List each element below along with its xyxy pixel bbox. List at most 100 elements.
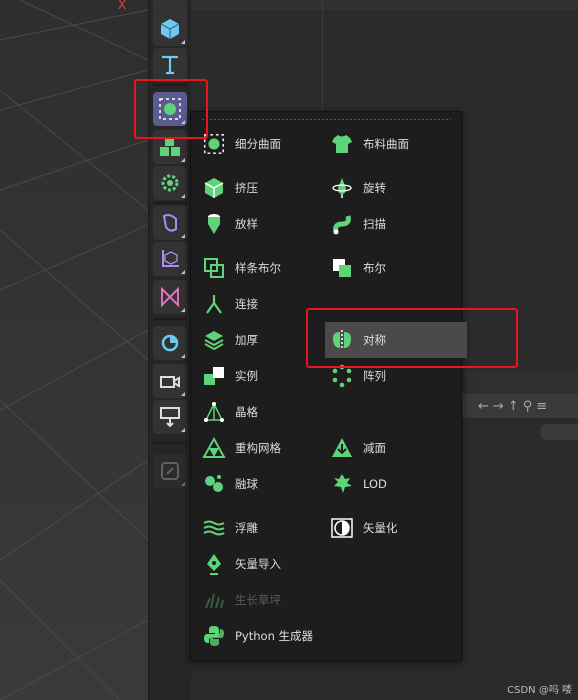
menu-item-thicken[interactable]: 加厚 [201,325,258,355]
environment-tool-button[interactable] [153,326,187,360]
lattice-icon [201,399,227,425]
menu-item-label: 浮雕 [235,521,258,535]
vector-import-icon [201,551,227,577]
effector-icon [161,174,179,192]
menu-item-polygon-reduction[interactable]: 减面 [329,433,386,463]
menu-item-label: 细分曲面 [235,137,281,151]
3d-viewport[interactable]: X [0,0,148,700]
text-icon [162,55,178,75]
toolbar-separator [153,442,187,444]
lathe-icon [329,175,355,201]
menu-item-label: 放样 [235,217,258,231]
menu-item-grass: 生长草坪 [201,585,281,615]
attribute-nav-bar: ← → ↑ ⚲ ≡ [460,394,578,418]
menu-item-cloth-surface[interactable]: 布料曲面 [329,129,409,159]
render-tool-button[interactable] [153,400,187,434]
object-manager-header [190,0,578,10]
menu-item-lathe[interactable]: 旋转 [329,173,386,203]
menu-item-label: 矢量化 [363,521,398,535]
menu-item-label: 连接 [235,297,258,311]
menu-item-label: 扫描 [363,217,386,231]
menu-item-label: 挤压 [235,181,258,195]
remesh-icon [201,435,227,461]
menu-item-label: 布料曲面 [363,137,409,151]
menu-item-label: 样条布尔 [235,261,281,275]
x-axis-label: X [118,0,127,12]
extrude-icon [201,175,227,201]
attribute-panel-strip [460,370,578,394]
menu-item-label: 减面 [363,441,386,455]
text-tool-button[interactable] [153,48,187,82]
axis-tool-button[interactable] [153,242,187,276]
camera-icon [160,376,180,388]
menu-item-label: LOD [363,477,387,491]
axis-icon [162,250,179,267]
menu-item-subdivision-surface[interactable]: 细分曲面 [201,129,281,159]
menu-item-lattice[interactable]: 晶格 [201,397,258,427]
metaball-icon [201,471,227,497]
cube-icon [160,19,180,39]
menu-item-lod[interactable]: LOD [329,469,387,499]
generator-menu: 细分曲面 挤压 放样 样条布尔 连接 加厚 实例 晶格 重构网格 融球 浮雕 矢… [190,111,467,661]
deformer-icon [162,214,177,232]
thicken-icon [201,327,227,353]
annotation-box-symmetry [306,308,518,368]
watermark: CSDN @吗 喽 [507,685,572,696]
menu-item-label: 布尔 [363,261,386,275]
grass-icon [201,587,227,613]
loft-icon [201,211,227,237]
field-tool-button[interactable] [153,280,187,314]
menu-item-label: 重构网格 [235,441,281,455]
camera-tool-button[interactable] [153,364,187,398]
filter-icon[interactable]: ≡ [536,399,547,414]
relief-icon [201,515,227,541]
forward-arrow-icon[interactable]: → [493,399,504,414]
annotation-box-toolbar [134,79,208,139]
environment-icon [161,334,179,352]
menu-item-label: Python 生成器 [235,629,314,643]
pencil-icon [161,462,179,480]
cube-tool-button[interactable] [153,12,187,46]
sketch-tool-button[interactable] [153,454,187,488]
menu-item-extrude[interactable]: 挤压 [201,173,258,203]
menu-item-label: 融球 [235,477,258,491]
boolean-icon [329,255,355,281]
menu-item-sweep[interactable]: 扫描 [329,209,386,239]
render-icon [160,407,180,428]
polygon-reduction-icon [329,435,355,461]
viewport-grid [0,0,148,700]
menu-item-python-generator[interactable]: Python 生成器 [201,621,313,651]
effector-tool-button[interactable] [153,166,187,200]
menu-item-label: 晶格 [235,405,258,419]
menu-item-loft[interactable]: 放样 [201,209,258,239]
menu-item-label: 实例 [235,369,258,383]
menu-item-remesh[interactable]: 重构网格 [201,433,281,463]
tracer-icon [329,515,355,541]
menu-item-label: 矢量导入 [235,557,281,571]
back-arrow-icon[interactable]: ← [478,399,489,414]
menu-item-relief[interactable]: 浮雕 [201,513,258,543]
toolbar-separator [153,202,187,204]
menu-item-label: 生长草坪 [235,593,281,607]
deformer-tool-button[interactable] [153,206,187,240]
menu-item-spline-boolean[interactable]: 样条布尔 [201,253,281,283]
up-arrow-icon[interactable]: ↑ [508,399,519,414]
attribute-search-field[interactable] [540,424,578,440]
toolbar-separator [153,318,187,320]
search-icon[interactable]: ⚲ [523,399,533,414]
cloth-surface-icon [329,131,355,157]
menu-item-label: 旋转 [363,181,386,195]
panel-divider [322,0,323,110]
menu-grip[interactable] [201,118,451,121]
menu-item-vector-import[interactable]: 矢量导入 [201,549,281,579]
menu-item-metaball[interactable]: 融球 [201,469,258,499]
menu-item-boolean[interactable]: 布尔 [329,253,386,283]
menu-item-instance[interactable]: 实例 [201,361,258,391]
sweep-icon [329,211,355,237]
instance-icon [201,363,227,389]
menu-item-connect[interactable]: 连接 [201,289,258,319]
menu-item-label: 阵列 [363,369,386,383]
connect-icon [201,291,227,317]
field-icon [161,286,179,308]
menu-item-tracer[interactable]: 矢量化 [329,513,398,543]
